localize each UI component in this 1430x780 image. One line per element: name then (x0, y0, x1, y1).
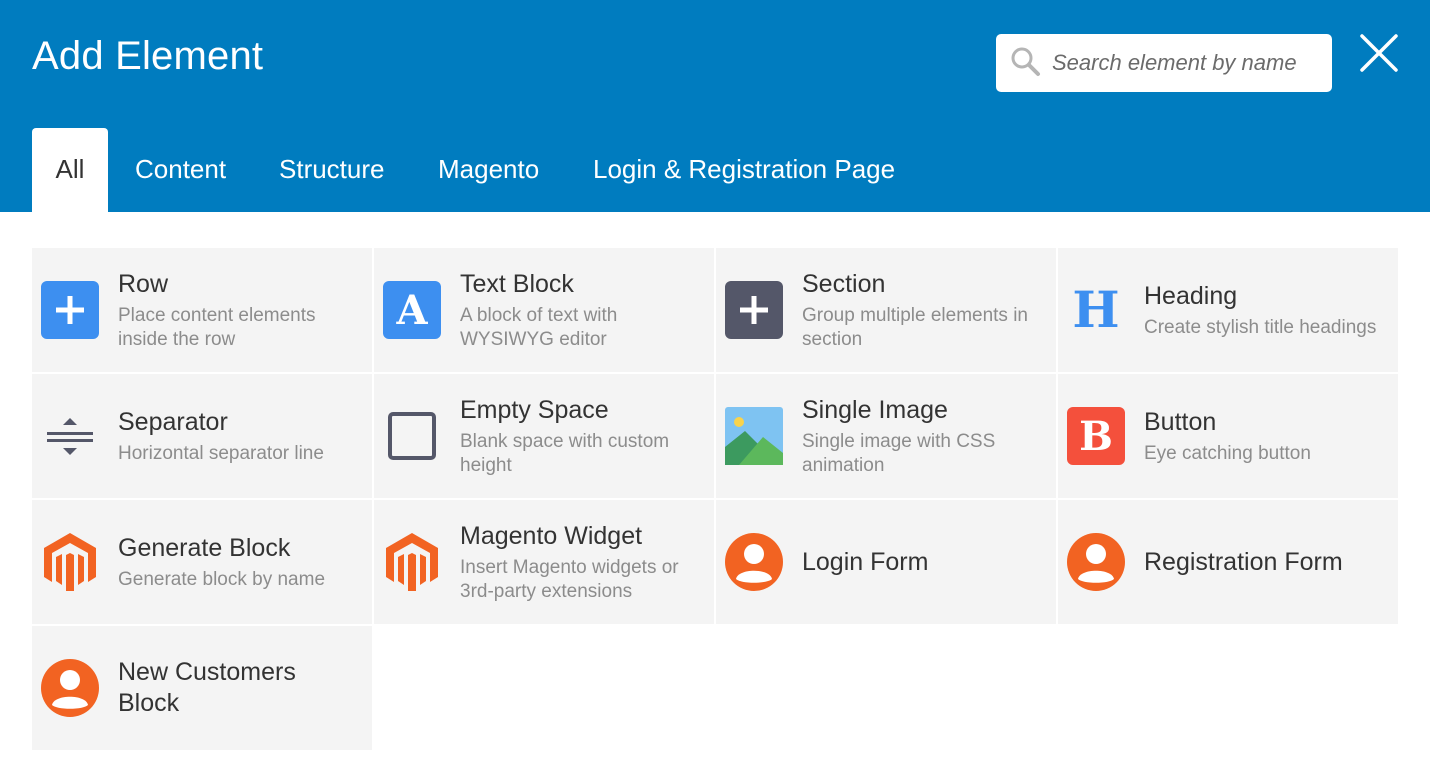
element-description: Blank space with custom height (460, 430, 670, 476)
element-description: Single image with CSS animation (802, 430, 996, 476)
element-card-row[interactable]: Row Place content elements inside the ro… (32, 248, 372, 372)
element-card-separator[interactable]: Separator Horizontal separator line (32, 374, 372, 498)
dialog-title: Add Element (32, 34, 264, 78)
element-grid: Row Place content elements inside the ro… (32, 248, 1400, 752)
element-description: Horizontal separator line (118, 442, 324, 464)
tab-structure[interactable]: Structure (279, 128, 385, 212)
element-name: Text Block (460, 269, 574, 298)
user-icon (40, 658, 100, 718)
element-name: Button (1144, 407, 1217, 436)
tab-content[interactable]: Content (135, 128, 226, 212)
element-name: Single Image (802, 395, 948, 424)
element-name: Separator (118, 407, 228, 436)
tab-magento[interactable]: Magento (438, 128, 539, 212)
search-input[interactable] (1052, 46, 1320, 80)
button-b-glyph: B (1067, 407, 1125, 465)
element-card-empty-space[interactable]: Empty Space Blank space with custom heig… (374, 374, 714, 498)
element-name: Magento Widget (460, 521, 643, 550)
element-description: Group multiple elements in section (802, 304, 1028, 350)
element-card-registration-form[interactable]: Registration Form (1058, 500, 1398, 624)
close-icon[interactable] (1358, 32, 1400, 74)
search-box[interactable] (996, 34, 1332, 92)
tab-all[interactable]: All (32, 128, 108, 212)
empty-square-icon (382, 406, 442, 466)
element-name: Registration Form (1144, 547, 1343, 576)
element-name: Section (802, 269, 886, 298)
element-name: Login Form (802, 547, 929, 576)
element-description: Generate block by name (118, 568, 326, 590)
heading-h-glyph: H (1072, 280, 1120, 339)
separator-icon (40, 406, 100, 466)
element-name: Row (118, 269, 169, 298)
element-description: Eye catching button (1144, 442, 1311, 464)
element-card-button[interactable]: B Button Eye catching button (1058, 374, 1398, 498)
text-a-icon: A (382, 280, 442, 340)
element-name: New Customers Block (118, 658, 296, 717)
element-name: Heading (1144, 281, 1238, 310)
element-description: Place content elements inside the row (118, 304, 316, 350)
element-card-section[interactable]: Section Group multiple elements in secti… (716, 248, 1056, 372)
element-card-text-block[interactable]: A Text Block A block of text with WYSIWY… (374, 248, 714, 372)
user-icon (1066, 532, 1126, 592)
element-card-new-customers-block[interactable]: New Customers Block (32, 626, 372, 750)
element-name: Generate Block (118, 533, 291, 562)
image-icon (724, 406, 784, 466)
text-a-glyph: A (383, 281, 441, 339)
tab-login-registration[interactable]: Login & Registration Page (593, 128, 895, 212)
element-card-magento-widget[interactable]: Magento Widget Insert Magento widgets or… (374, 500, 714, 624)
search-icon (1010, 46, 1042, 78)
element-card-heading[interactable]: H Heading Create stylish title headings (1058, 248, 1398, 372)
element-description: Insert Magento widgets or 3rd-party exte… (460, 556, 679, 602)
magento-icon (382, 532, 442, 592)
dialog-header: Add Element All Content Structure Magent… (0, 0, 1430, 212)
element-card-generate-block[interactable]: Generate Block Generate block by name (32, 500, 372, 624)
element-card-single-image[interactable]: Single Image Single image with CSS anima… (716, 374, 1056, 498)
element-description: Create stylish title headings (1144, 316, 1377, 338)
element-card-login-form[interactable]: Login Form (716, 500, 1056, 624)
magento-icon (40, 532, 100, 592)
user-icon (724, 532, 784, 592)
element-name: Empty Space (460, 395, 609, 424)
element-description: A block of text with WYSIWYG editor (460, 304, 618, 350)
plus-icon (724, 280, 784, 340)
plus-icon (40, 280, 100, 340)
button-b-icon: B (1066, 406, 1126, 466)
heading-h-icon: H (1066, 280, 1126, 340)
